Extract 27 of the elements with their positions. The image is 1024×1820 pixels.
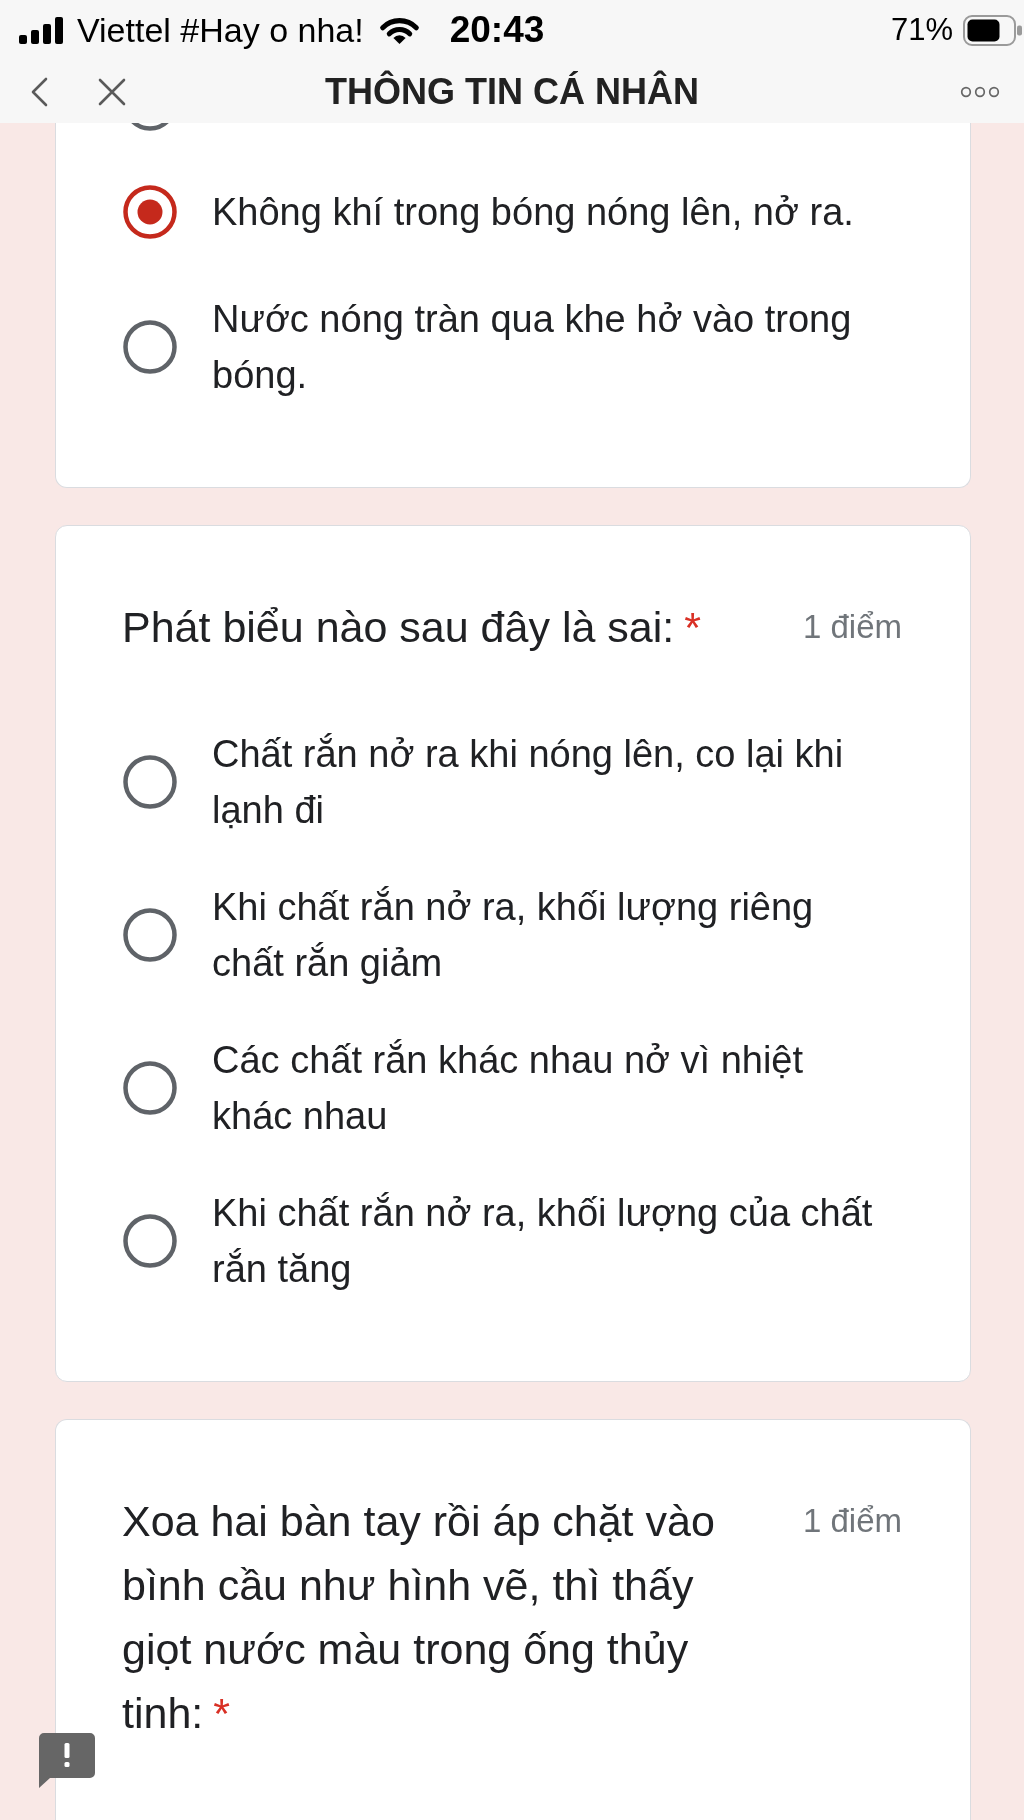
wifi-icon <box>378 16 420 44</box>
clock-time: 20:43 <box>449 9 545 51</box>
signal-strength-icon <box>19 16 63 44</box>
close-icon[interactable] <box>98 77 126 106</box>
more-options-icon[interactable] <box>960 85 1000 98</box>
radio-button[interactable] <box>122 1212 178 1269</box>
option-label: Nước nóng tràn qua khe hở vào trong bóng. <box>212 296 853 398</box>
back-icon[interactable] <box>30 76 48 107</box>
radio-button[interactable] <box>122 753 178 810</box>
radio-button[interactable] <box>122 318 178 375</box>
question-title: Xoa hai bàn tay rồi áp chặt vào bình cầu như hình vẽ, thì thấy giọt nước màu trong ống thủy tinh: * <box>122 1495 716 1739</box>
radio-button[interactable] <box>122 906 178 963</box>
option-label: Khi chất rắn nở ra, khối lượng riêng chất rắn giảm <box>212 884 815 986</box>
carrier-name: Viettel #Hay o nha! <box>77 10 364 50</box>
points-label: 1 điểm <box>802 1500 902 1541</box>
radio-button[interactable] <box>122 1059 178 1116</box>
question-title: Phát biểu nào sau đây là sai: * <box>122 601 702 653</box>
battery-icon <box>963 14 1022 46</box>
points-label: 1 điểm <box>802 606 902 647</box>
battery-percentage: 71% <box>890 12 953 48</box>
option-label: Không khí trong bóng nóng lên, nở ra. <box>212 189 854 235</box>
page-title: THÔNG TIN CÁ NHÂN <box>325 70 699 113</box>
feedback-bubble-icon[interactable] <box>39 1733 95 1788</box>
option-label: Chất rắn nở ra khi nóng lên, co lại khi lạnh đi <box>212 731 845 833</box>
radio-button[interactable] <box>122 183 178 240</box>
option-label: Các chất rắn khác nhau nở vì nhiệt khác nhau <box>212 1037 805 1139</box>
option-label: Khi chất rắn nở ra, khối lượng của chất rắn tăng <box>212 1190 874 1292</box>
